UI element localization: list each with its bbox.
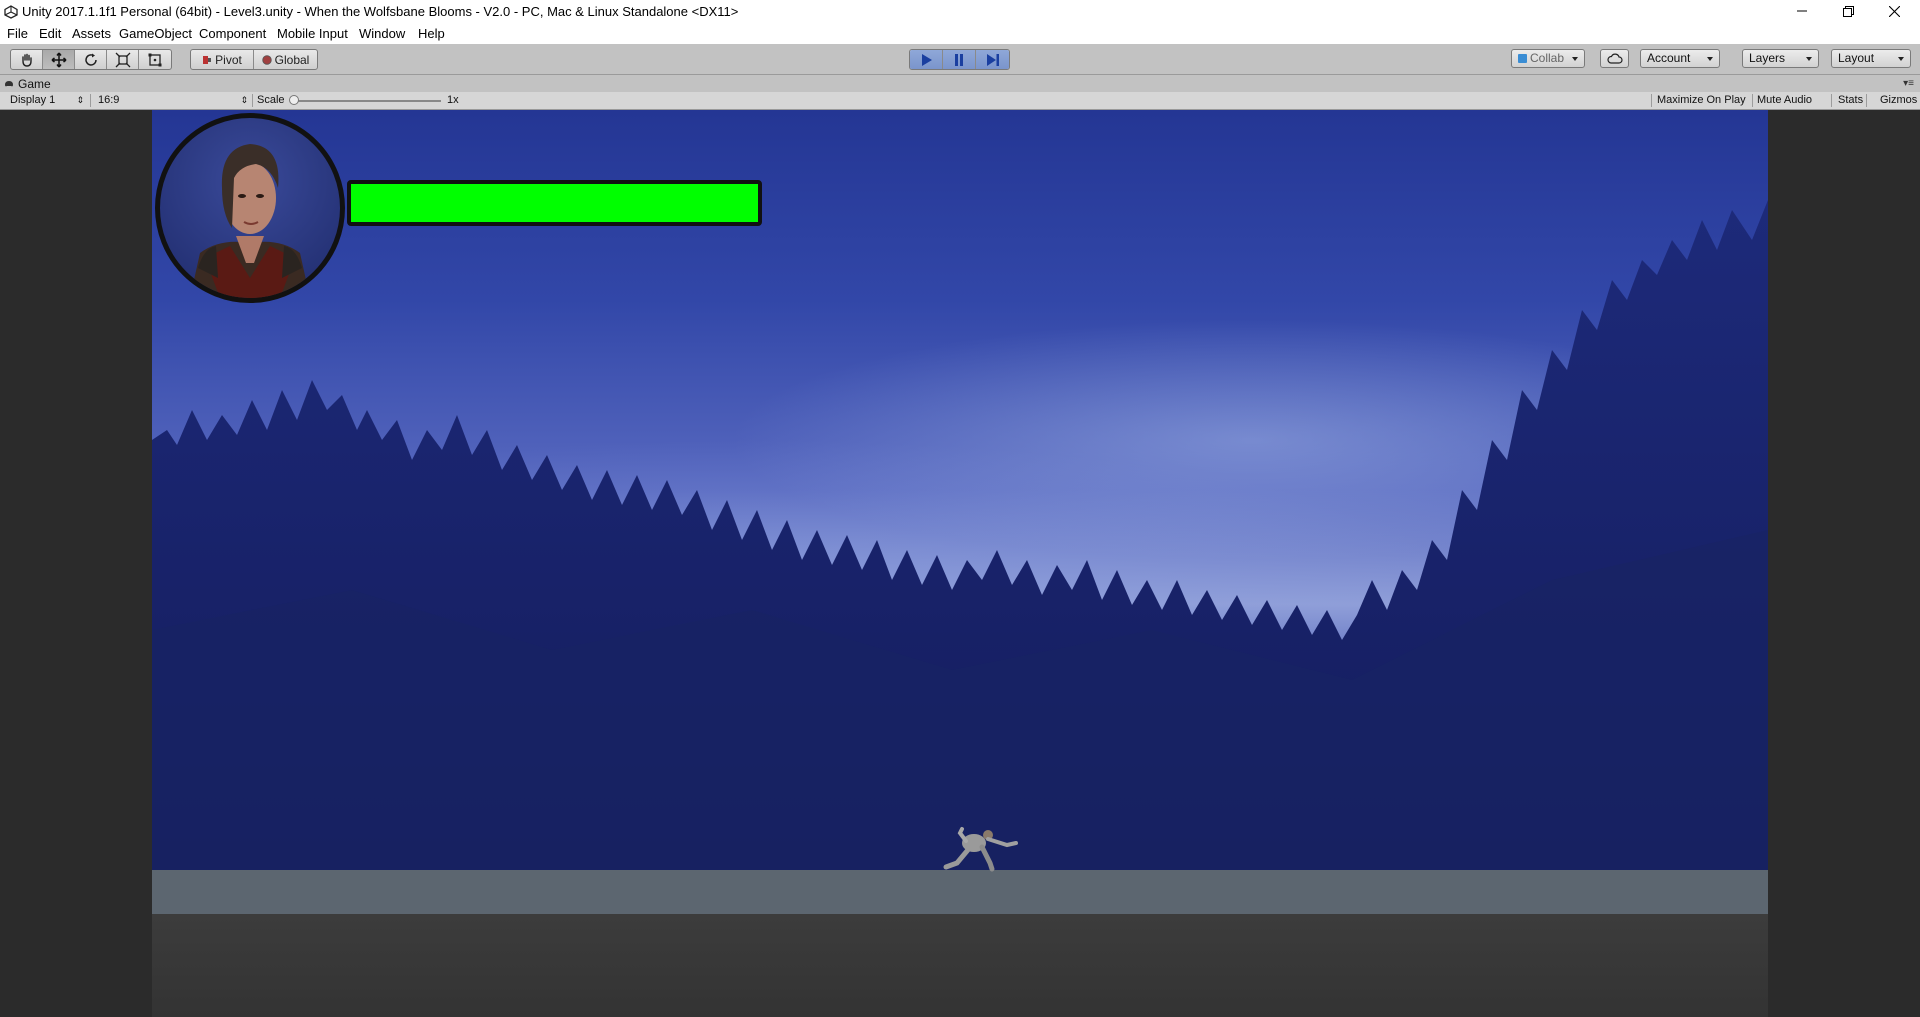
collab-label: Collab bbox=[1530, 51, 1565, 65]
global-icon bbox=[261, 54, 272, 65]
layout-label: Layout bbox=[1838, 51, 1875, 65]
menu-help[interactable]: Help bbox=[418, 26, 445, 41]
separator bbox=[1752, 94, 1753, 107]
scale-label: Scale bbox=[257, 94, 285, 106]
chevron-down-icon bbox=[1707, 57, 1713, 61]
rotate-tool-button[interactable] bbox=[75, 50, 107, 69]
pivot-toggle[interactable]: Pivot bbox=[191, 50, 254, 69]
tab-options-icon[interactable]: ▾≡ bbox=[1903, 78, 1914, 89]
step-button[interactable] bbox=[976, 50, 1009, 69]
updown-icon: ⇕ bbox=[240, 95, 248, 105]
pivot-icon bbox=[203, 55, 212, 64]
move-tool-button[interactable] bbox=[43, 50, 75, 69]
health-bar-fill bbox=[351, 184, 758, 222]
scale-tool-button[interactable] bbox=[107, 50, 139, 69]
ground-platform bbox=[152, 870, 1768, 914]
scale-value: 1x bbox=[447, 94, 459, 106]
menu-component[interactable]: Component bbox=[199, 26, 266, 41]
aspect-dropdown[interactable]: 16:9 ⇕ bbox=[92, 93, 250, 108]
chevron-down-icon bbox=[1572, 57, 1578, 61]
separator bbox=[252, 94, 253, 107]
menu-window[interactable]: Window bbox=[359, 26, 405, 41]
layers-label: Layers bbox=[1749, 51, 1786, 65]
updown-icon: ⇕ bbox=[76, 95, 84, 105]
menu-assets[interactable]: Assets bbox=[72, 26, 111, 41]
separator bbox=[90, 94, 91, 107]
account-label: Account bbox=[1647, 51, 1691, 65]
scale-slider-thumb[interactable] bbox=[289, 95, 299, 105]
play-controls bbox=[909, 49, 1010, 70]
tab-game[interactable]: Game bbox=[4, 75, 51, 92]
ground-base bbox=[152, 914, 1768, 1017]
restore-icon bbox=[1842, 5, 1854, 17]
chevron-down-icon bbox=[1898, 57, 1904, 61]
player-character bbox=[943, 827, 1018, 872]
chevron-down-icon bbox=[1806, 57, 1812, 61]
main-toolbar: Pivot Global Collab Account Layers Layou… bbox=[0, 44, 1920, 75]
scale-slider-track[interactable] bbox=[291, 100, 441, 102]
cloud-icon bbox=[1606, 53, 1623, 64]
pause-icon bbox=[955, 53, 963, 66]
game-view[interactable] bbox=[0, 110, 1920, 1017]
menu-file[interactable]: File bbox=[7, 26, 28, 41]
global-toggle[interactable]: Global bbox=[254, 50, 317, 69]
minimize-button[interactable] bbox=[1780, 0, 1824, 22]
restore-button[interactable] bbox=[1826, 0, 1870, 22]
cloud-button[interactable] bbox=[1600, 49, 1629, 68]
separator bbox=[1831, 94, 1832, 107]
window-title: Unity 2017.1.1f1 Personal (64bit) - Leve… bbox=[22, 4, 739, 19]
rect-tool-button[interactable] bbox=[139, 50, 171, 69]
display-label: Display 1 bbox=[10, 94, 56, 106]
tab-game-label: Game bbox=[18, 76, 51, 91]
display-dropdown[interactable]: Display 1 ⇕ bbox=[4, 93, 86, 108]
hand-tool-icon bbox=[21, 53, 32, 67]
play-button[interactable] bbox=[910, 50, 943, 69]
game-controller-icon bbox=[5, 80, 13, 86]
hand-tool-button[interactable] bbox=[11, 50, 43, 69]
game-viewport[interactable] bbox=[152, 110, 1768, 1017]
menu-edit[interactable]: Edit bbox=[39, 26, 61, 41]
move-tool-icon bbox=[51, 52, 66, 67]
collab-icon bbox=[1518, 54, 1527, 63]
scale-tool-icon bbox=[115, 52, 130, 67]
gizmos-dropdown[interactable]: Gizmos bbox=[1880, 93, 1917, 108]
player-portrait bbox=[155, 113, 345, 303]
game-view-controls: Display 1 ⇕ 16:9 ⇕ Scale 1x Maximize On … bbox=[0, 92, 1920, 110]
game-tab-row: Game ▾≡ bbox=[0, 75, 1920, 92]
stats-toggle[interactable]: Stats bbox=[1838, 93, 1863, 108]
menu-mobile-input[interactable]: Mobile Input bbox=[277, 26, 348, 41]
rect-tool-icon bbox=[148, 53, 162, 66]
collab-dropdown[interactable]: Collab bbox=[1511, 49, 1585, 68]
account-dropdown[interactable]: Account bbox=[1640, 49, 1720, 68]
close-icon bbox=[1888, 5, 1900, 17]
pivot-global-group: Pivot Global bbox=[190, 49, 318, 70]
close-button[interactable] bbox=[1872, 0, 1916, 22]
maximize-on-play-toggle[interactable]: Maximize On Play bbox=[1657, 93, 1746, 108]
minimize-icon bbox=[1797, 10, 1807, 12]
menu-gameobject[interactable]: GameObject bbox=[119, 26, 192, 41]
step-icon bbox=[986, 53, 999, 66]
health-bar bbox=[347, 180, 762, 226]
portrait-image bbox=[190, 144, 310, 298]
aspect-label: 16:9 bbox=[98, 94, 120, 106]
layout-dropdown[interactable]: Layout bbox=[1831, 49, 1911, 68]
layers-dropdown[interactable]: Layers bbox=[1742, 49, 1819, 68]
mute-audio-toggle[interactable]: Mute Audio bbox=[1757, 93, 1812, 108]
play-icon bbox=[922, 53, 932, 66]
pause-button[interactable] bbox=[943, 50, 976, 69]
unity-logo-icon bbox=[4, 5, 18, 19]
separator bbox=[1866, 94, 1867, 107]
global-label: Global bbox=[274, 52, 310, 67]
separator bbox=[1651, 94, 1652, 107]
pivot-label: Pivot bbox=[215, 52, 242, 67]
transform-tools bbox=[10, 49, 172, 70]
title-bar: Unity 2017.1.1f1 Personal (64bit) - Leve… bbox=[0, 0, 1920, 24]
rotate-tool-icon bbox=[84, 53, 97, 66]
menu-bar: File Edit Assets GameObject Component Mo… bbox=[0, 24, 1920, 45]
